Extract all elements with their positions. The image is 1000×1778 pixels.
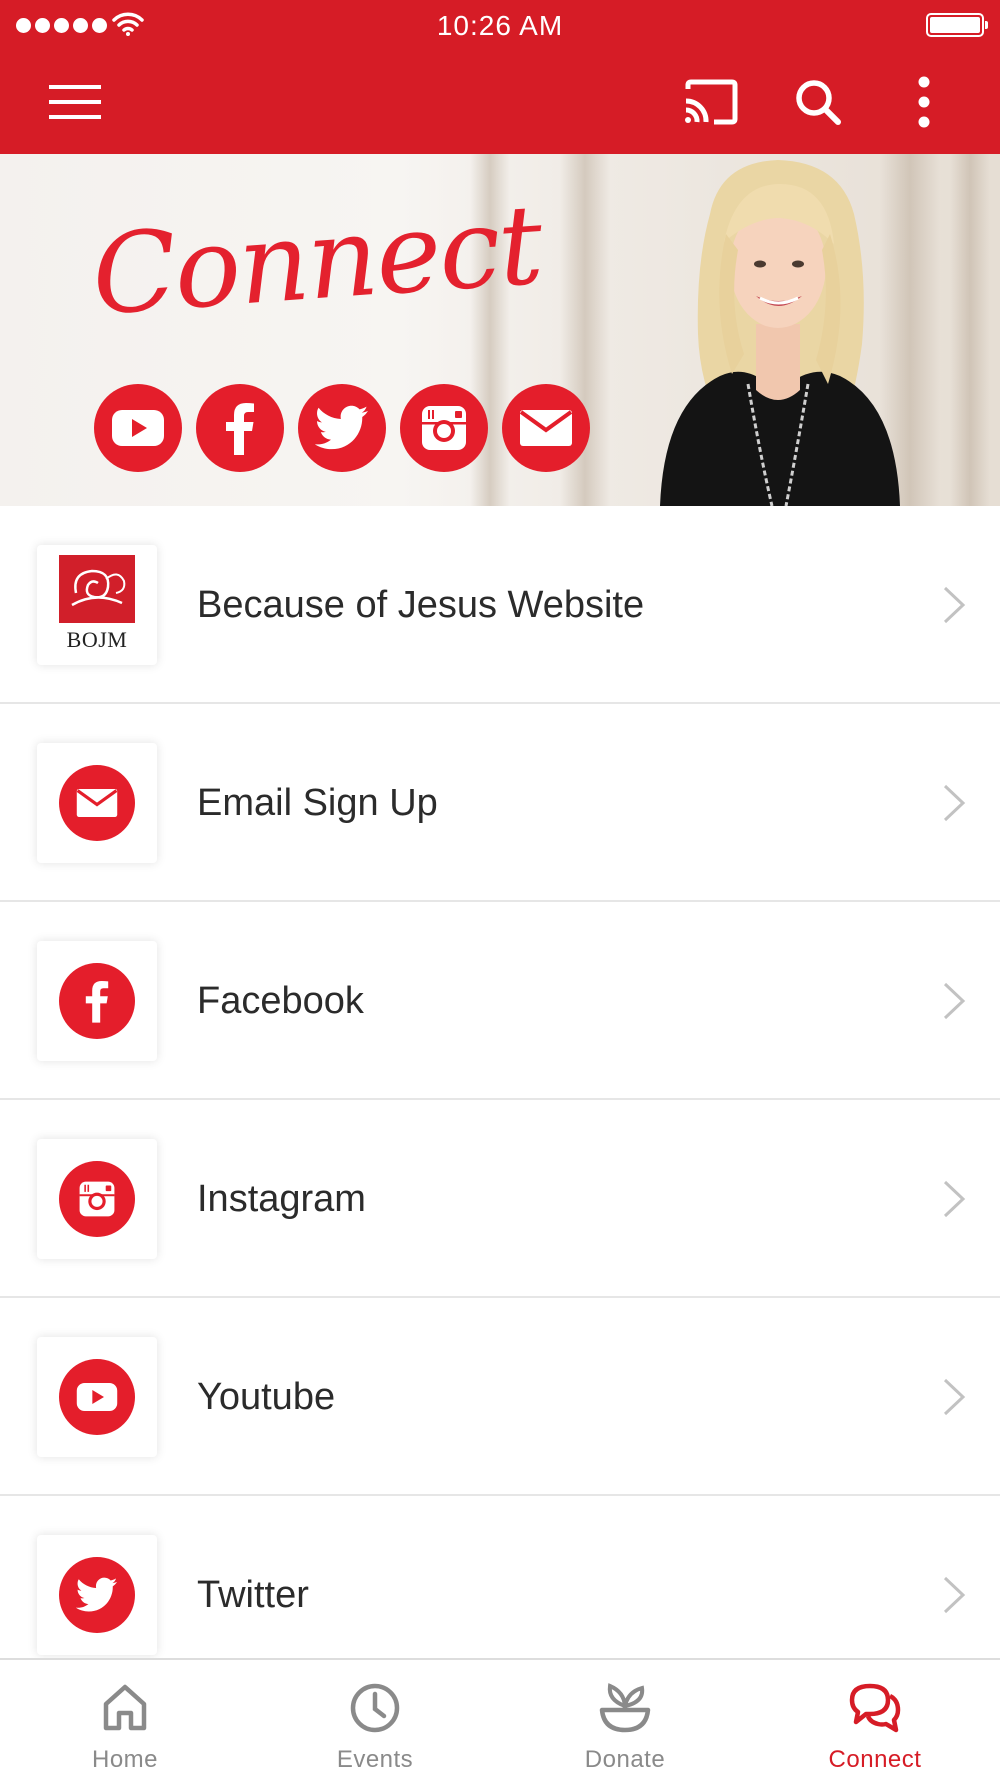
status-bar: 10:26 AM — [0, 0, 1000, 50]
list-item-icon: BOJM — [37, 545, 157, 665]
list-item-email-sign-up[interactable]: Email Sign Up — [0, 704, 1000, 902]
nav-tab-label: Connect — [828, 1746, 922, 1773]
list-item-label: Email Sign Up — [197, 782, 438, 824]
nav-tab-label: Events — [336, 1746, 414, 1773]
bottom-nav: Home Events Donate Connect — [0, 1658, 1000, 1778]
bojm-logo: BOJM — [59, 555, 135, 655]
list-item-facebook[interactable]: Facebook — [0, 902, 1000, 1100]
facebook-icon — [226, 403, 254, 455]
chat-bubbles-icon — [849, 1683, 901, 1733]
list-item-icon — [37, 941, 157, 1061]
home-icon — [103, 1684, 147, 1731]
cast-icon — [685, 79, 738, 125]
plant-icon — [599, 1683, 651, 1733]
list-item-label: Twitter — [197, 1574, 309, 1616]
nav-tab-label: Donate — [584, 1746, 666, 1773]
hero-instagram-button[interactable] — [400, 384, 488, 472]
nav-tab-events[interactable]: Events — [250, 1660, 500, 1778]
list-item-icon — [37, 1139, 157, 1259]
list-item-label: Because of Jesus Website — [197, 584, 645, 626]
chevron-right-icon — [943, 1378, 966, 1416]
speaker-portrait-image — [660, 160, 900, 506]
youtube-icon — [112, 410, 164, 446]
connect-list: BOJM Because of Jesus Website Email Sign… — [0, 506, 1000, 1658]
search-button[interactable] — [788, 72, 848, 132]
more-vertical-icon — [918, 76, 930, 128]
list-item-icon — [37, 1337, 157, 1457]
twitter-icon — [315, 405, 369, 450]
instagram-icon — [422, 406, 466, 450]
list-item-youtube[interactable]: Youtube — [0, 1298, 1000, 1496]
nav-tab-label: Home — [91, 1746, 159, 1773]
cast-button[interactable] — [680, 72, 740, 132]
email-icon — [519, 410, 573, 446]
app-bar — [0, 50, 1000, 154]
list-item-instagram[interactable]: Instagram — [0, 1100, 1000, 1298]
chevron-right-icon — [943, 784, 966, 822]
menu-icon — [49, 85, 101, 119]
chevron-right-icon — [943, 1180, 966, 1218]
list-item-label: Facebook — [197, 980, 364, 1022]
more-button[interactable] — [894, 72, 954, 132]
chevron-right-icon — [943, 1576, 966, 1614]
list-item-twitter[interactable]: Twitter — [0, 1496, 1000, 1658]
hero-twitter-button[interactable] — [298, 384, 386, 472]
list-item-label: Youtube — [197, 1376, 336, 1418]
list-item-icon — [37, 1535, 157, 1655]
hero-email-button[interactable] — [502, 384, 590, 472]
list-item-icon — [37, 743, 157, 863]
nav-tab-donate[interactable]: Donate — [500, 1660, 750, 1778]
bojm-logo-text: BOJM — [66, 627, 128, 652]
status-time: 10:26 AM — [436, 10, 564, 41]
hero-banner: Connect — [0, 154, 1000, 506]
list-item-label: Instagram — [197, 1178, 366, 1220]
nav-tab-connect[interactable]: Connect — [750, 1660, 1000, 1778]
youtube-icon — [76, 1383, 118, 1411]
menu-button[interactable] — [45, 72, 105, 132]
email-icon — [76, 789, 118, 817]
chevron-right-icon — [943, 982, 966, 1020]
instagram-icon — [79, 1181, 115, 1217]
hero-facebook-button[interactable] — [196, 384, 284, 472]
clock-icon — [350, 1683, 400, 1733]
battery-icon — [926, 13, 988, 37]
twitter-icon — [76, 1577, 118, 1612]
search-icon — [796, 80, 841, 125]
facebook-icon — [85, 981, 109, 1023]
hero-youtube-button[interactable] — [94, 384, 182, 472]
nav-tab-home[interactable]: Home — [0, 1660, 250, 1778]
hero-social-icons — [94, 384, 590, 472]
chevron-right-icon — [943, 586, 966, 624]
list-item-website[interactable]: BOJM Because of Jesus Website — [0, 506, 1000, 704]
